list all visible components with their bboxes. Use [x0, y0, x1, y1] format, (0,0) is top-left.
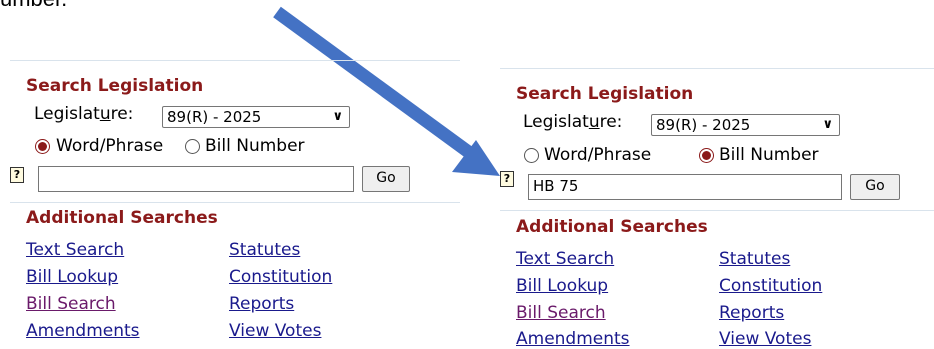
link-reports[interactable]: Reports [719, 303, 784, 323]
radio-bill-number-label: Bill Number [719, 145, 819, 165]
link-amendments[interactable]: Amendments [516, 329, 630, 349]
search-input[interactable]: HB 75 [528, 174, 842, 200]
link-statutes[interactable]: Statutes [229, 240, 300, 260]
radio-word-phrase-label: Word/Phrase [544, 145, 652, 165]
legislature-label: Legislature: [523, 112, 623, 132]
link-bill-search[interactable]: Bill Search [26, 294, 116, 314]
link-constitution[interactable]: Constitution [229, 267, 332, 287]
radio-bill-number[interactable] [185, 139, 200, 154]
legislature-selected-value: 89(R) - 2025 [167, 108, 262, 126]
search-legislation-heading: Search Legislation [516, 84, 694, 104]
additional-searches-heading: Additional Searches [26, 208, 218, 228]
chevron-down-icon: ∨ [822, 117, 833, 132]
radio-bill-number[interactable] [699, 148, 714, 163]
link-bill-lookup[interactable]: Bill Lookup [516, 276, 608, 296]
legislature-select[interactable]: 89(R) - 2025 ∨ [651, 114, 840, 136]
help-icon[interactable]: ? [10, 167, 24, 183]
radio-word-phrase[interactable] [524, 148, 539, 163]
legislature-select[interactable]: 89(R) - 2025 ∨ [162, 106, 350, 128]
legislature-selected-value: 89(R) - 2025 [656, 116, 751, 134]
chevron-down-icon: ∨ [332, 109, 343, 124]
search-legislation-heading: Search Legislation [26, 76, 204, 96]
link-text-search[interactable]: Text Search [516, 249, 614, 269]
radio-bill-number-label: Bill Number [205, 136, 305, 156]
search-input[interactable] [38, 166, 354, 192]
link-view-votes[interactable]: View Votes [719, 329, 811, 349]
link-bill-search[interactable]: Bill Search [516, 303, 606, 323]
radio-word-phrase-label: Word/Phrase [56, 136, 164, 156]
legislature-label: Legislature: [34, 104, 134, 124]
link-text-search[interactable]: Text Search [26, 240, 124, 260]
link-constitution[interactable]: Constitution [719, 276, 822, 296]
additional-searches-heading: Additional Searches [516, 217, 708, 237]
radio-word-phrase[interactable] [35, 139, 50, 154]
link-bill-lookup[interactable]: Bill Lookup [26, 267, 118, 287]
link-statutes[interactable]: Statutes [719, 249, 790, 269]
help-icon[interactable]: ? [500, 171, 514, 187]
go-button[interactable]: Go [850, 174, 900, 200]
panel-divider [10, 202, 460, 203]
link-reports[interactable]: Reports [229, 294, 294, 314]
panel-divider [500, 68, 934, 69]
panel-divider [500, 210, 934, 211]
panel-divider [10, 60, 460, 61]
link-amendments[interactable]: Amendments [26, 321, 140, 341]
link-view-votes[interactable]: View Votes [229, 321, 321, 341]
go-button[interactable]: Go [362, 166, 410, 192]
